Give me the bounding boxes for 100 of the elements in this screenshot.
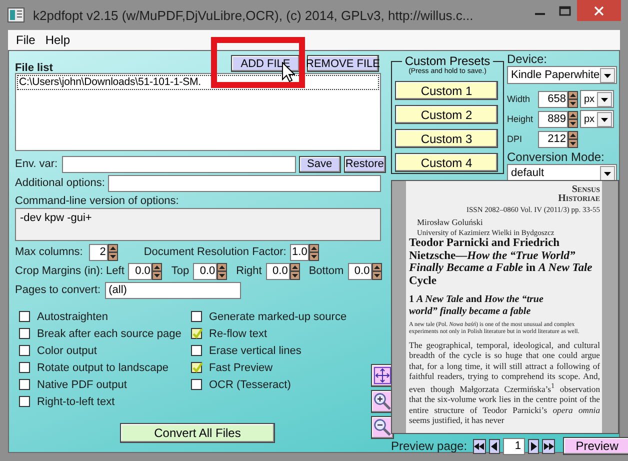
maximize-icon[interactable] xyxy=(559,6,571,16)
toolbar-button[interactable]: Save xyxy=(298,156,341,172)
previous-page-button[interactable] xyxy=(489,438,500,454)
zoom-out-button[interactable] xyxy=(371,416,394,439)
first-page-button[interactable] xyxy=(473,438,486,454)
input-field[interactable]: (all) xyxy=(104,282,241,298)
checkbox-label: Autostraighten xyxy=(37,310,108,322)
field-label: Device: xyxy=(507,52,548,66)
checkbox[interactable] xyxy=(19,345,30,356)
close-icon[interactable] xyxy=(594,6,604,16)
number-field[interactable]: 658 xyxy=(538,90,568,108)
checkbox-label: Rotate output to landscape xyxy=(37,362,168,374)
last-page-button[interactable] xyxy=(542,438,556,454)
input-field[interactable] xyxy=(62,156,296,172)
checkbox[interactable] xyxy=(191,345,202,356)
checkbox[interactable] xyxy=(191,379,202,390)
field-label: Right xyxy=(236,265,262,277)
field-label: Command-line version of options: xyxy=(15,195,180,207)
section-label: File list xyxy=(15,62,53,74)
author-name: Mirosław Goluński xyxy=(417,217,484,228)
toolbar-button[interactable]: Restore xyxy=(344,156,386,172)
field-label: Env. var: xyxy=(15,158,58,170)
convert-button[interactable]: Convert All Files xyxy=(120,423,275,443)
right-arrow-icon xyxy=(528,442,540,450)
zoom-in-icon xyxy=(373,392,392,411)
field-label: DPI xyxy=(507,134,524,144)
field-label: Preview page: xyxy=(391,439,468,453)
spin-button-icon[interactable] xyxy=(372,262,382,280)
spin-button-icon[interactable] xyxy=(290,262,300,280)
number-field[interactable]: 0.0 xyxy=(266,262,290,280)
spin-button-icon[interactable] xyxy=(152,262,162,280)
field-label: Conversion Mode: xyxy=(507,150,606,164)
checkbox-label: Break after each source page xyxy=(37,328,182,340)
zoom-out-icon xyxy=(373,418,392,437)
menu-item[interactable]: File xyxy=(11,33,40,47)
checkbox[interactable] xyxy=(19,328,30,339)
number-field[interactable]: 0.0 xyxy=(128,262,152,280)
number-field[interactable]: 212 xyxy=(538,130,568,148)
field-label: Document Resolution Factor: xyxy=(144,246,286,258)
checkbox-label: OCR (Tesseract) xyxy=(209,378,291,390)
journal-name: Historiae xyxy=(557,194,600,203)
checkbox-label: Erase vertical lines xyxy=(209,344,302,356)
field-label: Bottom xyxy=(308,265,344,277)
checkbox[interactable] xyxy=(19,362,30,373)
checkbox-label: Color output xyxy=(37,344,97,356)
unit-dropdown[interactable]: px xyxy=(580,110,614,128)
paragraph: The geographical, temporal, ideological, and cultural breadth of the cycle is so huge that one could argue that, for a long time, it will still attract a following of faithful readers, trying to comprehend its scope. And, even though Małgorzata Czermińska’s$^{1}$ observation that the six-volume work lies in the centre point of the entire structure of Teodor Parnicki’s opera omnia seems justified, it has never xyxy=(409,340,600,426)
checkbox-label: Fast Preview xyxy=(209,362,273,374)
app-icon xyxy=(7,7,25,23)
caret-icon[interactable] xyxy=(600,68,615,82)
next-page-button[interactable] xyxy=(528,438,540,454)
field-label: Crop Margins (in): xyxy=(15,265,104,277)
checkbox[interactable] xyxy=(19,396,30,407)
checkbox-label: Re-flow text xyxy=(209,328,268,340)
preset-button[interactable]: Custom 1 xyxy=(395,81,498,100)
number-field[interactable]: 1.0 xyxy=(290,244,310,260)
close-button[interactable] xyxy=(577,0,621,21)
field-label: Pages to convert: xyxy=(15,284,101,296)
caret-icon[interactable] xyxy=(597,112,612,126)
field-label: Additional options: xyxy=(15,177,105,189)
device-dropdown[interactable]: Kindle Paperwhite xyxy=(507,66,617,84)
checkbox-label: Generate marked-up source xyxy=(209,310,347,322)
spin-button-icon[interactable] xyxy=(568,130,578,148)
preview-button[interactable]: Preview xyxy=(563,437,628,455)
field-label: Max columns: xyxy=(15,246,83,258)
spin-button-icon[interactable] xyxy=(108,244,118,260)
number-field[interactable]: 889 xyxy=(538,110,568,128)
caret-icon[interactable] xyxy=(600,166,615,180)
preset-button[interactable]: Custom 3 xyxy=(395,129,498,148)
menu-item[interactable]: Help xyxy=(40,33,76,47)
rewind-icon xyxy=(474,442,486,450)
number-field[interactable]: 0.0 xyxy=(348,262,372,280)
spin-button-icon[interactable] xyxy=(309,244,320,260)
page-field[interactable]: 1 xyxy=(503,438,526,454)
group-title: Custom Presets xyxy=(404,55,492,68)
article-title: Teodor Parnicki and Friedrich Nietzsche—How the “True World” Finally Became a Fable in A New Tale Cycle xyxy=(409,237,594,287)
caret-icon[interactable] xyxy=(597,92,612,106)
preset-button[interactable]: Custom 4 xyxy=(395,153,498,172)
checkbox[interactable] xyxy=(19,311,30,322)
input-field[interactable] xyxy=(108,174,381,192)
unit-dropdown[interactable]: px xyxy=(580,90,614,108)
field-label: Left xyxy=(106,265,124,277)
number-field[interactable]: 0.0 xyxy=(193,262,218,280)
checkbox[interactable] xyxy=(19,379,30,390)
file-list[interactable]: C:\Users\john\Downloads\51-101-1-SM. xyxy=(15,73,381,151)
checkbox-label: Native PDF output xyxy=(37,378,127,390)
checkbox[interactable] xyxy=(191,362,202,373)
spin-button-icon[interactable] xyxy=(217,262,228,280)
field-label: Top xyxy=(171,265,190,277)
spin-button-icon[interactable] xyxy=(568,90,578,108)
preset-button[interactable]: Custom 2 xyxy=(395,105,498,124)
field-label: Height xyxy=(507,114,534,124)
checkbox[interactable] xyxy=(191,328,202,339)
spin-button-icon[interactable] xyxy=(568,110,578,128)
journal-name: Sensus xyxy=(572,185,600,194)
number-field[interactable]: 2 xyxy=(88,244,108,260)
field-label: Width xyxy=(507,94,532,104)
checkbox-label: Right-to-left text xyxy=(37,396,115,408)
checkbox[interactable] xyxy=(191,311,202,322)
fast-forward-icon xyxy=(543,442,554,450)
